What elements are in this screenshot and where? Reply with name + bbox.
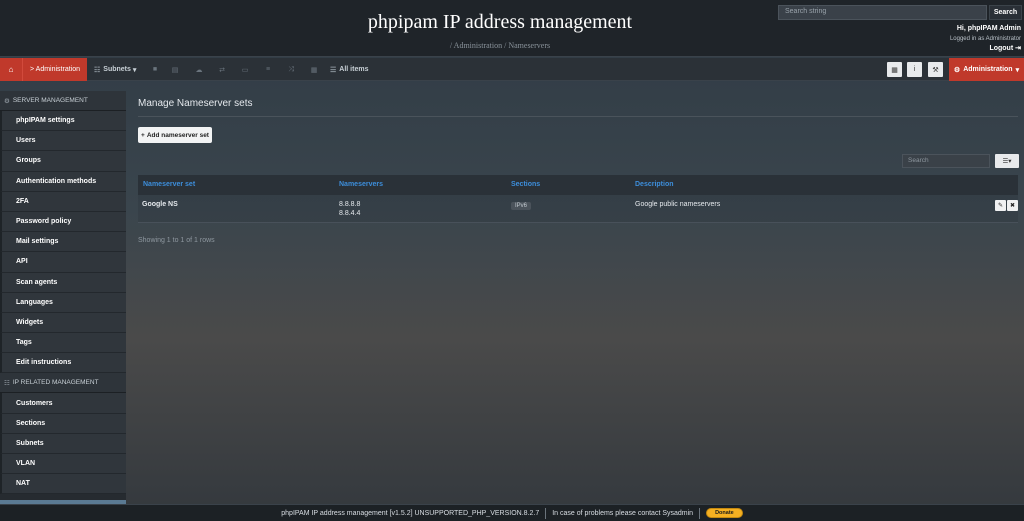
footer-version: phpIPAM IP address management [v1.5.2] U…: [281, 509, 540, 517]
user-info: Hi, phpIPAM Admin Logged in as Administr…: [950, 24, 1021, 54]
sidebar-item-subnets[interactable]: Subnets: [0, 433, 126, 454]
desktop-icon[interactable]: ▭: [238, 58, 252, 81]
nameserver-2: 8.8.4.4: [339, 210, 361, 217]
sitemap-icon: ☷: [94, 66, 101, 74]
nav-administration-crumb[interactable]: > Administration: [22, 58, 87, 81]
nav-subnets-label: Subnets: [103, 66, 131, 73]
section-badge: IPv6: [511, 202, 532, 210]
table-header: Nameserver set Nameservers Sections Desc…: [138, 175, 1018, 195]
top-navbar: ⌂ > Administration ☷ Subnets ▾ ■ ▤ ☁ ⇄ ▭…: [0, 58, 1024, 81]
page-title: Manage Nameserver sets: [138, 91, 1018, 117]
cell-nameservers: 8.8.8.8 8.8.4.4: [339, 200, 360, 218]
list-icon: ☰: [330, 66, 337, 74]
sidebar-section-label: SERVER MANAGEMENT: [12, 97, 88, 104]
column-header-description[interactable]: Description: [635, 181, 674, 188]
random-icon[interactable]: ⤨: [284, 58, 298, 81]
sidebar-item-customers[interactable]: Customers: [0, 393, 126, 414]
footer-divider: [545, 507, 547, 519]
list-icon[interactable]: ≡: [261, 58, 275, 81]
cell-description: Google public nameservers: [635, 201, 721, 208]
sidebar-item-authentication-methods[interactable]: Authentication methods: [0, 171, 126, 192]
add-nameserver-set-button[interactable]: + Add nameserver set: [138, 127, 212, 143]
sidebar-item-languages[interactable]: Languages: [0, 292, 126, 313]
sidebar-item-api[interactable]: API: [0, 252, 126, 273]
sidebar-item-phpipam-settings[interactable]: phpIPAM settings: [0, 111, 126, 132]
map-icon[interactable]: ▦: [307, 58, 321, 81]
logout-link[interactable]: Logout ⇥: [950, 44, 1021, 54]
global-search-button[interactable]: Search: [989, 5, 1022, 20]
close-icon[interactable]: ✖: [1007, 200, 1018, 211]
column-header-nameservers[interactable]: Nameservers: [339, 181, 383, 188]
main-content: Manage Nameserver sets + Add nameserver …: [138, 91, 1019, 244]
cogs-icon: ⚙: [4, 97, 10, 105]
home-icon[interactable]: ⌂: [0, 58, 22, 81]
sidebar-item-edit-instructions[interactable]: Edit instructions: [0, 353, 126, 374]
sidebar-item-password-policy[interactable]: Password policy: [0, 211, 126, 233]
logged-in-as: Logged in as Administrator: [949, 36, 1021, 42]
row-actions: ✎ ✖: [994, 200, 1018, 211]
info-icon[interactable]: i: [907, 62, 922, 77]
column-header-nameserver-set[interactable]: Nameserver set: [143, 181, 195, 188]
racks-icon[interactable]: ▤: [168, 58, 182, 81]
sidebar-item-vlan[interactable]: VLAN: [0, 454, 126, 475]
sidebar-item-nat[interactable]: NAT: [0, 474, 126, 495]
administration-menu[interactable]: ⚙ Administration ▾: [949, 58, 1024, 81]
exchange-icon[interactable]: ⇄: [215, 58, 229, 81]
sitemap-icon: ☷: [4, 379, 10, 387]
user-greeting: Hi, phpIPAM Admin: [956, 25, 1021, 32]
sidebar-item-sections[interactable]: Sections: [0, 413, 126, 434]
sidebar-section-label: IP RELATED MANAGEMENT: [12, 379, 99, 387]
table-row: Google NS 8.8.8.8 8.8.4.4 IPv6 Google pu…: [138, 195, 1018, 223]
pencil-icon[interactable]: ✎: [995, 200, 1006, 211]
breadcrumb: / Administration / Nameservers: [449, 41, 551, 50]
table-search-input[interactable]: Search: [902, 154, 990, 168]
donate-button[interactable]: Donate: [706, 508, 743, 518]
wrench-icon[interactable]: ⚒: [928, 62, 943, 77]
sidebar-item-2fa[interactable]: 2FA: [0, 191, 126, 212]
administration-menu-label: Administration: [963, 66, 1013, 73]
dashboard-icon[interactable]: ▦: [887, 62, 902, 77]
sidebar-item-widgets[interactable]: Widgets: [0, 312, 126, 334]
footer-divider: [699, 507, 701, 519]
logout-label[interactable]: Logout: [989, 45, 1013, 52]
footer-contact[interactable]: In case of problems please contact Sysad…: [552, 510, 693, 517]
column-header-sections[interactable]: Sections: [511, 181, 540, 188]
global-search-input[interactable]: Search string: [778, 5, 987, 20]
nameserver-1: 8.8.8.8: [339, 201, 361, 208]
app-header: phpipam IP address management / Administ…: [0, 0, 1024, 57]
plus-icon: +: [141, 131, 145, 139]
sidebar: ⚙ SERVER MANAGEMENT phpIPAM settings Use…: [0, 91, 126, 504]
sidebar-section-ip: ☷ IP RELATED MANAGEMENT: [0, 373, 126, 394]
logout-icon[interactable]: ⇥: [1015, 45, 1021, 52]
caret-down-icon: ▾: [1015, 66, 1020, 74]
sidebar-item-scan-agents[interactable]: Scan agents: [0, 272, 126, 293]
add-nameserver-set-label: Add nameserver set: [146, 131, 209, 139]
cell-nameserver-set: Google NS: [142, 201, 178, 208]
sidebar-item-groups[interactable]: Groups: [0, 151, 126, 172]
caret-down-icon: ▾: [1008, 158, 1012, 165]
sidebar-section-server: ⚙ SERVER MANAGEMENT: [0, 91, 126, 111]
nav-all-items[interactable]: ☰ All items: [330, 58, 368, 81]
footer: phpIPAM IP address management [v1.5.2] U…: [0, 504, 1024, 521]
sidebar-item-mail-settings[interactable]: Mail settings: [0, 232, 126, 253]
devices-icon[interactable]: ■: [148, 58, 162, 81]
sidebar-item-tags[interactable]: Tags: [0, 333, 126, 354]
columns-toggle-button[interactable]: ☰ ▾: [995, 154, 1019, 168]
caret-down-icon: ▾: [132, 66, 137, 74]
cloud-icon[interactable]: ☁: [192, 58, 206, 81]
pagination-info: Showing 1 to 1 of 1 rows: [138, 237, 215, 244]
sidebar-item-users[interactable]: Users: [0, 131, 126, 152]
gear-icon: ⚙: [953, 66, 961, 74]
nav-subnets[interactable]: ☷ Subnets ▾: [94, 58, 136, 81]
nameserver-table: Nameserver set Nameservers Sections Desc…: [138, 175, 1018, 223]
nav-all-items-label: All items: [339, 66, 369, 73]
